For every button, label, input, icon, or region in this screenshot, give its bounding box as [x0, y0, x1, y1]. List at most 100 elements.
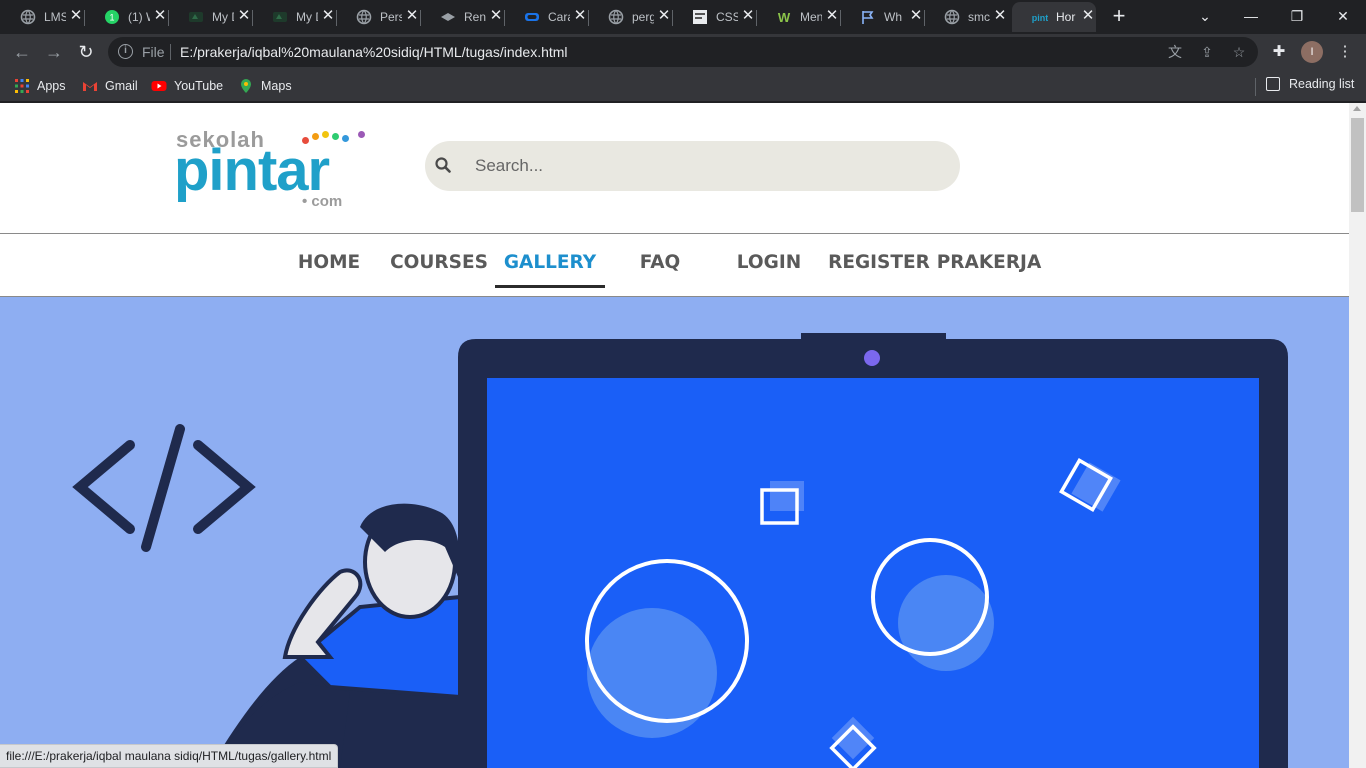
- close-icon[interactable]: ✕: [320, 8, 336, 24]
- tab-ren[interactable]: Ren ✕: [420, 2, 505, 32]
- w-icon: W: [778, 10, 791, 25]
- search-bar: [425, 141, 960, 191]
- close-icon[interactable]: ✕: [152, 8, 168, 24]
- tab-smc[interactable]: smc ✕: [924, 2, 1008, 32]
- reload-button[interactable]: ↻: [74, 40, 98, 64]
- tab-title: Perso: [380, 10, 402, 24]
- close-icon[interactable]: ✕: [68, 8, 84, 24]
- globe-icon: [20, 9, 36, 25]
- info-icon[interactable]: i: [118, 44, 133, 59]
- search-input[interactable]: [475, 153, 935, 179]
- nav-courses[interactable]: COURSES: [384, 252, 494, 273]
- tab-title: smc: [968, 10, 990, 24]
- nav-home[interactable]: HOME: [274, 252, 384, 273]
- close-icon[interactable]: ✕: [236, 8, 252, 24]
- person-illustration: [210, 503, 462, 768]
- minimize-button[interactable]: —: [1237, 4, 1265, 28]
- share-icon[interactable]: ⇪: [1198, 43, 1216, 61]
- tab-css[interactable]: CSS ✕: [672, 2, 757, 32]
- tab-wh[interactable]: Wh ✕: [840, 2, 925, 32]
- hero-illustration: [0, 297, 1349, 768]
- bookmark-maps[interactable]: Maps: [238, 77, 292, 95]
- tab-whatsapp[interactable]: 1 (1) WhatsApp ✕: [84, 2, 169, 32]
- new-tab-button[interactable]: +: [1108, 5, 1130, 28]
- avatar[interactable]: I: [1301, 41, 1323, 63]
- apps-grid-icon: [15, 79, 29, 93]
- kebab-menu-icon[interactable]: ⋮: [1336, 43, 1354, 61]
- tab-cara[interactable]: Cara ✕: [504, 2, 589, 32]
- tab-title: Wh: [884, 10, 902, 24]
- address-bar[interactable]: i File E:/prakerja/iqbal%20maulana%20sid…: [108, 37, 1258, 67]
- tab-lms[interactable]: LMS ✕: [0, 2, 85, 32]
- reading-list-button[interactable]: Reading list: [1266, 77, 1354, 91]
- close-icon[interactable]: ✕: [656, 8, 672, 24]
- reading-list-icon: [1266, 77, 1280, 91]
- tab-men[interactable]: W Men ✕: [756, 2, 841, 32]
- translate-icon[interactable]: 文: [1166, 43, 1184, 61]
- bookmarks-bar: Apps Gmail YouTube Maps Reading list: [0, 70, 1366, 102]
- logo-dot: [332, 133, 339, 140]
- scheme-label: File: [142, 44, 165, 60]
- tab-title: Men: [800, 10, 822, 24]
- search-icon[interactable]: [435, 157, 451, 173]
- gmail-icon: [83, 82, 97, 91]
- close-icon[interactable]: ✕: [1080, 8, 1096, 24]
- bookmark-label: Gmail: [105, 79, 138, 93]
- restore-button[interactable]: ❐: [1283, 4, 1311, 28]
- bookmark-youtube[interactable]: YouTube: [151, 77, 223, 95]
- svg-text:pint: pint: [1032, 13, 1048, 23]
- flag-icon: [862, 11, 874, 24]
- tab-title: perg: [632, 10, 654, 24]
- close-window-button[interactable]: ✕: [1329, 4, 1357, 28]
- bookmark-apps[interactable]: Apps: [14, 77, 66, 95]
- close-icon[interactable]: ✕: [404, 8, 420, 24]
- site-header: sekolah pintar • com: [0, 103, 1349, 234]
- close-icon[interactable]: ✕: [740, 8, 756, 24]
- bookmarks-divider: [1255, 78, 1256, 96]
- tab-title: My Drive: [296, 10, 318, 24]
- tab-my-drive-2[interactable]: My Drive ✕: [252, 2, 337, 32]
- browser-toolbar: ← → ↻ i File E:/prakerja/iqbal%20maulana…: [0, 34, 1366, 70]
- svg-text:W: W: [778, 10, 791, 25]
- tab-my-drive-1[interactable]: My Drive ✕: [168, 2, 253, 32]
- back-button[interactable]: ←: [10, 40, 34, 64]
- bookmark-star-icon[interactable]: ☆: [1230, 43, 1248, 61]
- tab-title: Ren: [464, 10, 486, 24]
- scrollbar-thumb[interactable]: [1351, 118, 1364, 212]
- tab-perso[interactable]: Perso ✕: [336, 2, 421, 32]
- tab-home-active[interactable]: pint Hor ✕: [1012, 2, 1096, 32]
- globe-icon: [356, 9, 372, 25]
- logo-main-text: pintar: [174, 138, 330, 203]
- close-icon[interactable]: ✕: [992, 8, 1008, 24]
- tab-perg[interactable]: perg ✕: [588, 2, 673, 32]
- url-text[interactable]: E:/prakerja/iqbal%20maulana%20sidiq/HTML…: [180, 44, 568, 60]
- globe-icon: [944, 9, 960, 25]
- close-icon[interactable]: ✕: [908, 8, 924, 24]
- nav-gallery[interactable]: GALLERY: [495, 252, 605, 273]
- close-icon[interactable]: ✕: [824, 8, 840, 24]
- nav-login[interactable]: LOGIN: [714, 252, 824, 273]
- close-icon[interactable]: ✕: [488, 8, 504, 24]
- tab-title: Cara: [548, 10, 570, 24]
- page-scrollbar[interactable]: [1349, 103, 1366, 768]
- nav-prakerja[interactable]: PRAKERJA: [934, 252, 1044, 273]
- pintar-icon: pint: [1032, 13, 1048, 23]
- bookmark-gmail[interactable]: Gmail: [82, 77, 138, 95]
- active-nav-underline: [495, 285, 605, 288]
- code-brackets-icon: [72, 424, 256, 552]
- tab-search-chevron-icon[interactable]: ⌄: [1191, 4, 1219, 28]
- drive-icon: [273, 12, 287, 22]
- scroll-up-arrow-icon[interactable]: [1353, 106, 1361, 111]
- layers-icon: [441, 13, 455, 21]
- logo-dot: [322, 131, 329, 138]
- webcam-icon: [864, 350, 880, 366]
- svg-text:1: 1: [109, 13, 114, 23]
- forward-button[interactable]: →: [42, 40, 66, 64]
- site-logo[interactable]: sekolah pintar • com: [174, 127, 374, 213]
- nav-faq[interactable]: FAQ: [605, 252, 715, 273]
- nav-register[interactable]: REGISTER: [824, 252, 934, 273]
- youtube-icon: [151, 81, 167, 91]
- extensions-puzzle-icon[interactable]: ✚: [1270, 43, 1288, 61]
- page-viewport: sekolah pintar • com HOME COURSES GALLER…: [0, 103, 1349, 768]
- close-icon[interactable]: ✕: [572, 8, 588, 24]
